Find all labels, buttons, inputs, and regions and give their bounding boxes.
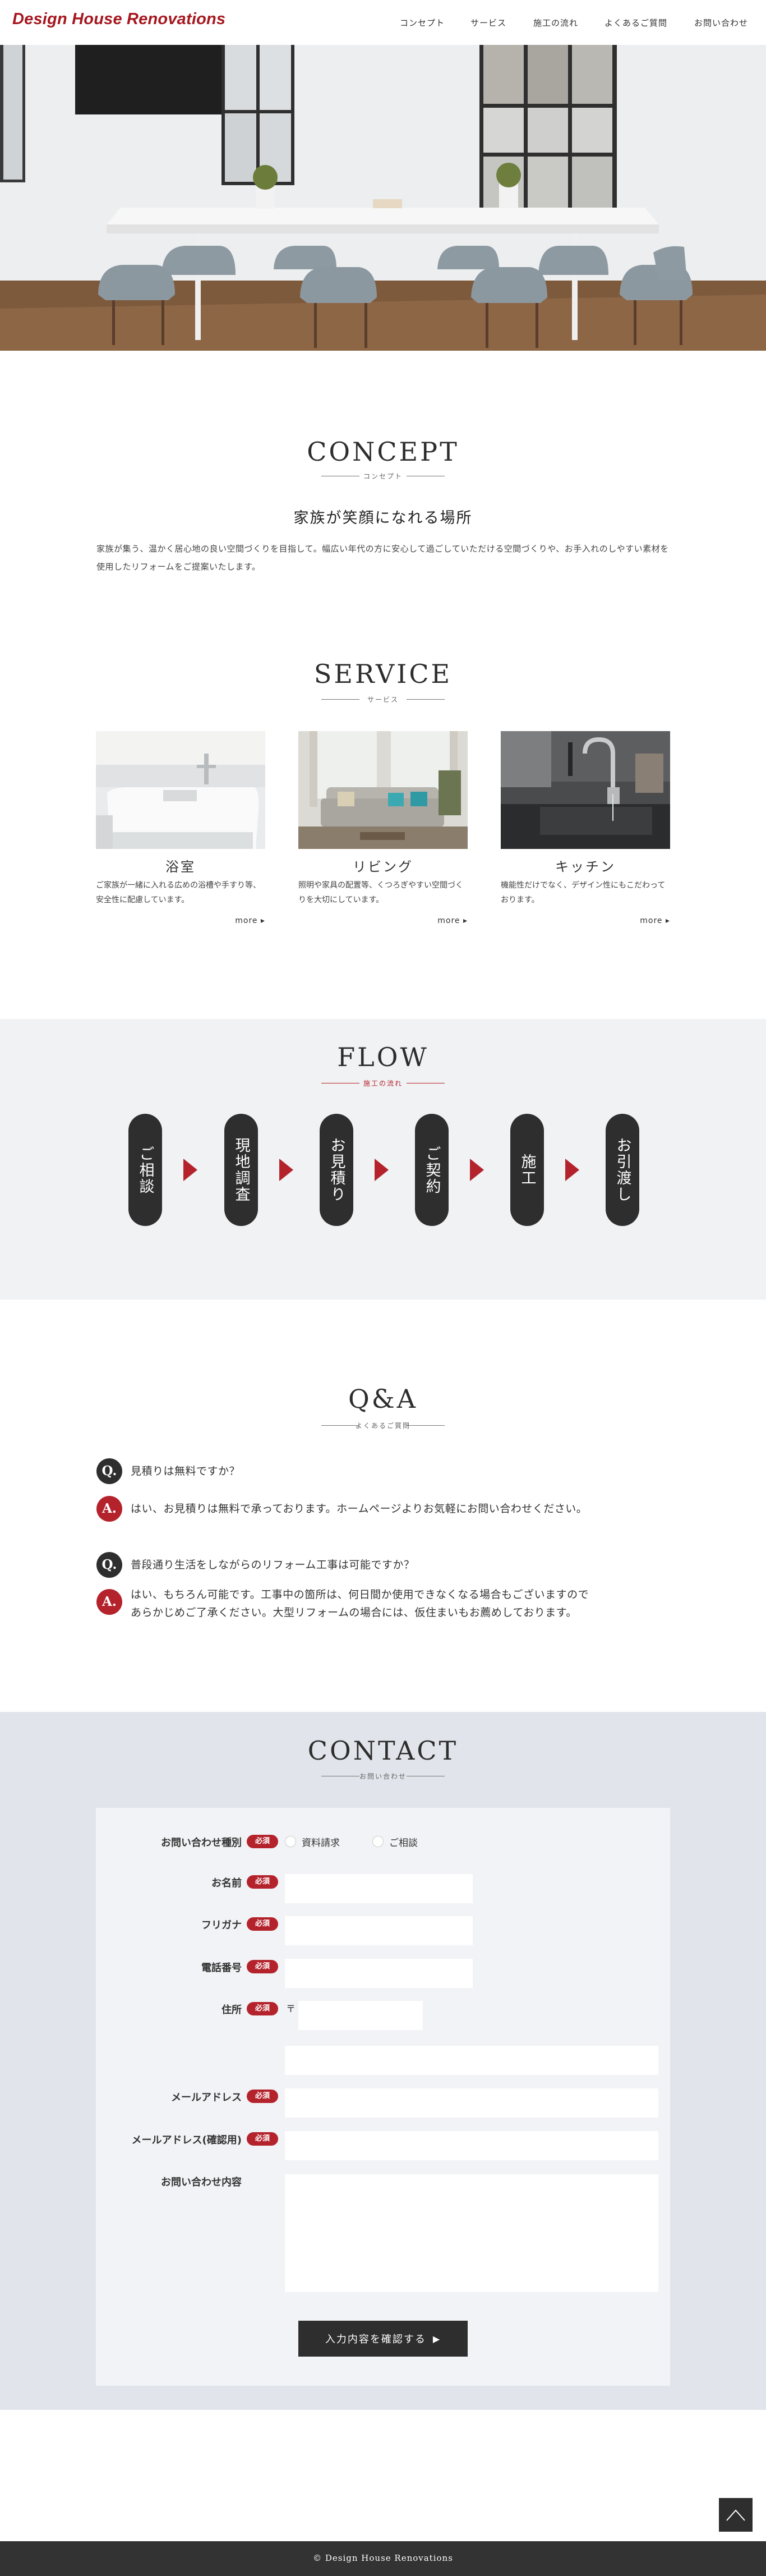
service-name: キッチン (555, 859, 616, 875)
contact-subtitle: お問い合わせ (271, 1770, 495, 1781)
required-badge: 必須 (247, 2002, 278, 2015)
address-input[interactable] (285, 2046, 658, 2075)
confirm-submit-button[interactable]: 入力内容を確認する ▶ (298, 2321, 468, 2357)
chevron-up-icon (726, 2509, 745, 2521)
service-desc: 機能性だけでなく、デザイン性にもこだわっております。 (501, 881, 666, 904)
site-header: Design House Renovations コンセプト サービス 施工の流… (0, 0, 766, 45)
arrow-right-icon: ▶ (432, 2333, 441, 2344)
required-badge: 必須 (247, 1960, 278, 1973)
message-textarea[interactable] (285, 2174, 658, 2292)
service-desc: 照明や家具の配置等、くつろぎやすい空間づくりを大切にしています。 (298, 881, 463, 904)
service-card-living: リビング 照明や家具の配置等、くつろぎやすい空間づくりを大切にしています。 mo… (298, 731, 468, 933)
postal-code-input[interactable] (298, 2001, 423, 2030)
question-badge: Q. (96, 1458, 122, 1484)
living-image (298, 731, 468, 849)
flow-step: ご相談 (128, 1114, 162, 1226)
concept-body: 家族が集う、温かく居心地の良い空間づくりを目指して。幅広い年代の方に安心して過ご… (96, 544, 669, 572)
site-footer: © Design House Renovations (0, 2541, 766, 2576)
answer-text: はい、お見積りは無料で承っております。ホームページよりお気軽にお問い合わせくださ… (131, 1503, 588, 1515)
service-name: リビング (353, 859, 413, 875)
answer-badge: A. (96, 1589, 122, 1615)
concept-heading: 家族が笑顔になれる場所 (293, 509, 473, 527)
arrow-right-icon (375, 1159, 389, 1181)
nav-faq[interactable]: よくあるご質問 (605, 17, 667, 29)
answer-text-line2: あらかじめご了承ください。大型リフォームの場合には、仮住まいもお薦めしております… (131, 1606, 577, 1619)
flow-step: 現地調査 (224, 1114, 258, 1226)
flow-step: お引渡し (606, 1114, 639, 1226)
qa-subtitle-text: よくあるご質問 (355, 1422, 410, 1430)
submit-label: 入力内容を確認する (325, 2334, 426, 2345)
label-address: 住所 (222, 2004, 242, 2016)
question-text: 普段通り生活をしながらのリフォーム工事は可能ですか？ (131, 1559, 415, 1571)
bath-image (96, 731, 265, 849)
kana-input[interactable] (285, 1916, 473, 1945)
flow-step: ご契約 (415, 1114, 449, 1226)
service-card-kitchen: キッチン 機能性だけでなく、デザイン性にもこだわっております。 more ▸ (501, 731, 670, 933)
global-nav: コンセプト サービス 施工の流れ よくあるご質問 お問い合わせ (0, 17, 766, 30)
arrow-right-icon (279, 1159, 293, 1181)
arrow-right-icon (470, 1159, 484, 1181)
contact-subtitle-text: お問い合わせ (359, 1773, 407, 1780)
name-input[interactable] (285, 1874, 473, 1903)
nav-flow[interactable]: 施工の流れ (533, 17, 578, 29)
service-more-link[interactable]: more ▸ (235, 916, 265, 925)
arrow-right-icon: ▸ (665, 916, 670, 925)
radio-label: ご相談 (389, 1838, 418, 1849)
concept-title: CONCEPT (307, 437, 459, 467)
contact-title: CONTACT (307, 1735, 459, 1766)
required-badge: 必須 (247, 1917, 278, 1931)
email-confirm-input[interactable] (285, 2131, 658, 2160)
phone-input[interactable] (285, 1959, 473, 1988)
concept-subtitle-text: コンセプト (363, 472, 403, 480)
qa-subtitle: よくあるご質問 (271, 1420, 495, 1431)
label-message: お問い合わせ内容 (161, 2176, 242, 2188)
arrow-right-icon: ▸ (260, 916, 265, 925)
service-subtitle-text: サービス (367, 696, 399, 704)
nav-service[interactable]: サービス (470, 17, 506, 29)
arrow-right-icon: ▸ (463, 916, 468, 925)
service-card-bath: 浴室 ご家族が一緒に入れる広めの浴槽や手すり等、安全性に配慮しています。 mor… (96, 731, 265, 933)
postal-mark: 〒 (286, 2004, 296, 2015)
email-input[interactable] (285, 2088, 658, 2118)
arrow-right-icon (565, 1159, 579, 1181)
flow-step: 施工 (510, 1114, 544, 1226)
flow-subtitle-text: 施工の流れ (363, 1080, 403, 1087)
service-more-link[interactable]: more ▸ (437, 916, 468, 925)
answer-badge: A. (96, 1496, 122, 1522)
service-desc: ご家族が一緒に入れる広めの浴槽や手すり等、安全性に配慮しています。 (96, 881, 261, 904)
nav-concept[interactable]: コンセプト (400, 17, 445, 29)
flow-title: FLOW (337, 1042, 429, 1072)
required-badge: 必須 (247, 1875, 278, 1889)
label-email: メールアドレス (171, 2092, 242, 2104)
service-more-link[interactable]: more ▸ (640, 916, 670, 925)
label-inquiry-type: お問い合わせ種別 (161, 1837, 242, 1849)
kitchen-image (501, 731, 670, 849)
radio-consultation[interactable] (372, 1836, 384, 1847)
question-badge: Q. (96, 1552, 122, 1578)
service-subtitle: サービス (271, 694, 495, 705)
qa-title: Q&A (348, 1384, 418, 1414)
flow-subtitle: 施工の流れ (271, 1077, 495, 1089)
service-title: SERVICE (313, 659, 453, 689)
required-badge: 必須 (247, 2132, 278, 2146)
required-badge: 必須 (247, 2090, 278, 2103)
copyright: © Design House Renovations (313, 2553, 453, 2563)
flow-step: お見積り (320, 1114, 353, 1226)
hero-image (0, 45, 766, 351)
scroll-to-top-button[interactable] (719, 2498, 753, 2532)
answer-text-line1: はい、もちろん可能です。工事中の箇所は、何日間か使用できなくなる場合もございます… (131, 1588, 589, 1601)
required-badge: 必須 (247, 1835, 278, 1848)
radio-document-request[interactable] (285, 1836, 296, 1847)
label-kana: フリガナ (201, 1920, 242, 1931)
question-text: 見積りは無料ですか？ (131, 1465, 241, 1477)
arrow-right-icon (183, 1159, 197, 1181)
service-name: 浴室 (165, 859, 196, 875)
nav-contact[interactable]: お問い合わせ (694, 17, 748, 29)
label-phone: 電話番号 (201, 1962, 242, 1974)
radio-label: 資料請求 (302, 1838, 340, 1849)
label-name: お名前 (211, 1877, 242, 1889)
label-email-confirm: メールアドレス(確認用) (131, 2134, 242, 2146)
concept-subtitle: コンセプト (271, 470, 495, 481)
